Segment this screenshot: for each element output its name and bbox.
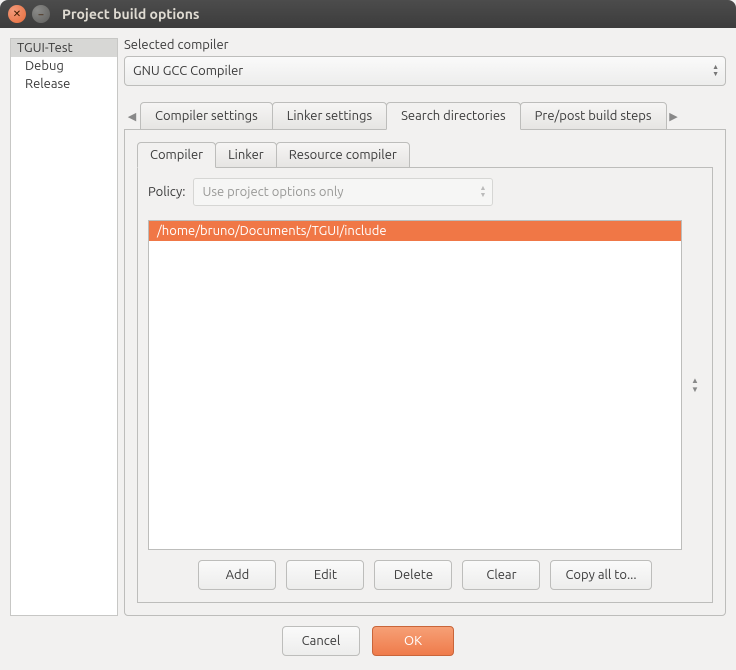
inner-panel-compiler: Policy: Use project options only ▲▼ /hom… <box>137 167 713 603</box>
tab-scroll-left-icon[interactable]: ◀ <box>124 110 140 123</box>
tab-panel-search-directories: Compiler Linker Resource compiler Policy… <box>124 129 726 616</box>
close-icon[interactable]: ✕ <box>8 5 26 23</box>
compiler-select[interactable]: GNU GCC Compiler ▲▼ <box>124 56 726 86</box>
sidebar-item-release[interactable]: Release <box>11 75 117 93</box>
dialog-footer: Cancel OK <box>0 616 736 670</box>
directories-listbox[interactable]: /home/bruno/Documents/TGUI/include <box>148 220 682 550</box>
tab-prepost-build[interactable]: Pre/post build steps <box>520 102 667 130</box>
list-item[interactable]: /home/bruno/Documents/TGUI/include <box>149 221 681 241</box>
scroll-up-icon[interactable]: ▲ <box>688 376 702 385</box>
inner-tabstrip: Compiler Linker Resource compiler <box>137 142 713 168</box>
tab-scroll-right-icon[interactable]: ▶ <box>666 110 682 123</box>
titlebar: ✕ – Project build options <box>0 0 736 28</box>
clear-button[interactable]: Clear <box>462 560 540 590</box>
tab-compiler-settings[interactable]: Compiler settings <box>140 102 273 130</box>
tab-linker-settings[interactable]: Linker settings <box>272 102 387 130</box>
inner-tab-compiler[interactable]: Compiler <box>137 142 216 168</box>
window-title: Project build options <box>62 6 200 22</box>
cancel-button[interactable]: Cancel <box>282 626 360 656</box>
sidebar-item-debug[interactable]: Debug <box>11 57 117 75</box>
ok-button[interactable]: OK <box>372 626 454 656</box>
selected-compiler-label: Selected compiler <box>124 38 726 52</box>
inner-tab-linker[interactable]: Linker <box>215 142 277 168</box>
compiler-value: GNU GCC Compiler <box>133 64 243 78</box>
sidebar-item-tgui-test[interactable]: TGUI-Test <box>11 39 117 57</box>
tab-search-directories[interactable]: Search directories <box>386 102 521 130</box>
inner-tab-resource-compiler[interactable]: Resource compiler <box>276 142 410 168</box>
list-scrollbar[interactable]: ▲ ▼ <box>688 220 702 550</box>
main-tabstrip: ◀ Compiler settings Linker settings Sear… <box>124 102 726 130</box>
add-button[interactable]: Add <box>198 560 276 590</box>
policy-value: Use project options only <box>202 185 343 199</box>
chevron-updown-icon: ▲▼ <box>480 185 487 199</box>
delete-button[interactable]: Delete <box>374 560 452 590</box>
copy-all-button[interactable]: Copy all to... <box>550 560 651 590</box>
policy-select[interactable]: Use project options only ▲▼ <box>193 178 493 206</box>
target-sidebar: TGUI-Test Debug Release <box>10 38 118 616</box>
chevron-updown-icon: ▲▼ <box>712 64 719 78</box>
policy-label: Policy: <box>148 185 185 199</box>
scroll-down-icon[interactable]: ▼ <box>688 385 702 394</box>
minimize-icon[interactable]: – <box>32 5 50 23</box>
edit-button[interactable]: Edit <box>286 560 364 590</box>
